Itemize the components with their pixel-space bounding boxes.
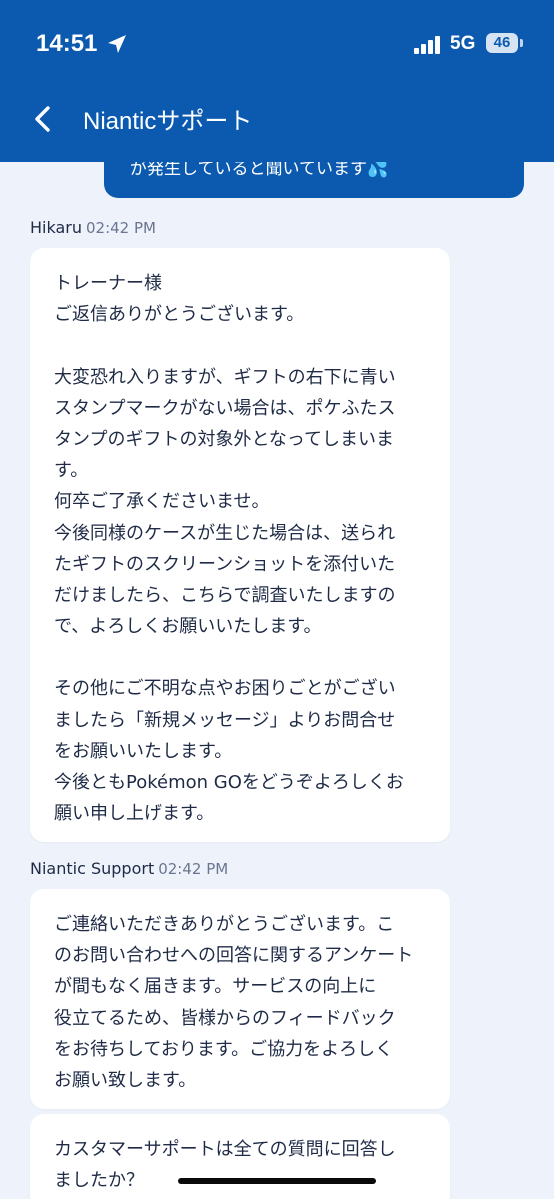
page-title: Nianticサポート: [83, 108, 253, 135]
message-card: ご連絡いただきありがとうございます。こ のお問い合わせへの回答に関するアンケート…: [30, 889, 450, 1109]
message-line: だけましたら、こちらで調査いたしますの: [54, 584, 396, 606]
battery-icon: 46: [486, 33, 518, 53]
message-line: 今後同様のケースが生じた場合は、送られ: [54, 522, 396, 544]
survey-question-line: カスタマーサポートは全ての質問に回答し: [54, 1139, 396, 1160]
message-line: が間もなく届きます。サービスの向上に: [54, 976, 377, 998]
message-line: 大変恐れ入りますが、ギフトの右下に青い: [54, 366, 396, 388]
app-header: 14:51 5G 46 Nianticサポート: [0, 0, 554, 162]
message-line: たギフトのスクリーンショットを添付いた: [54, 553, 396, 575]
message-sender: Niantic Support 02:42 PM: [30, 859, 228, 878]
message-line: トレーナー様: [54, 273, 162, 294]
home-indicator[interactable]: [178, 1178, 376, 1184]
message-line: タンプのギフトの対象外となってしまいま: [54, 428, 395, 450]
status-time: 14:51: [36, 30, 98, 57]
message-line: ましたら「新規メッセージ」よりお問合せ: [54, 709, 396, 731]
message-line: で、よろしくお願いいたします。: [54, 616, 322, 638]
message-line: 役立てるため、皆様からのフィードバック: [54, 1007, 396, 1029]
sender-name: Niantic Support: [30, 859, 155, 878]
message-line: 願い申し上げます。: [54, 803, 215, 825]
message-card: トレーナー様 ご返信ありがとうございます。 大変恐れ入りますが、ギフトの右下に青…: [30, 248, 450, 842]
message-line: をお願いいたします。: [54, 740, 233, 762]
message-time: 02:42 PM: [158, 860, 229, 878]
message-line: す。: [54, 460, 89, 482]
message-line: 何卒ご了承くださいませ。: [54, 491, 270, 513]
sender-name: Hikaru: [30, 218, 82, 237]
survey-card: カスタマーサポートは全ての質問に回答し ましたか？: [30, 1114, 450, 1199]
message-line: ご返信ありがとうございます。: [54, 304, 305, 326]
message-sender: Hikaru 02:42 PM: [30, 218, 156, 237]
message-line: お願い致します。: [54, 1069, 197, 1091]
message-line: その他にご不明な点やお困りごとがござい: [54, 678, 396, 700]
message-line: スタンプマークがない場合は、ポケふたス: [54, 397, 396, 419]
message-line: のお問い合わせへの回答に関するアンケート: [54, 945, 414, 967]
message-line: 今後ともPokémon GOをどうぞよろしくお: [54, 772, 404, 793]
message-line: をお待ちしております。ご協力をよろしく: [54, 1038, 394, 1060]
network-type: 5G: [450, 33, 476, 54]
signal-strength-icon: [414, 36, 442, 54]
message-time: 02:42 PM: [85, 219, 156, 237]
message-line: ご連絡いただきありがとうございます。こ: [54, 914, 395, 935]
location-arrow-icon: [108, 35, 126, 53]
back-chevron-icon[interactable]: [30, 104, 56, 134]
battery-tip: [520, 39, 523, 47]
battery-level: 46: [493, 34, 511, 51]
